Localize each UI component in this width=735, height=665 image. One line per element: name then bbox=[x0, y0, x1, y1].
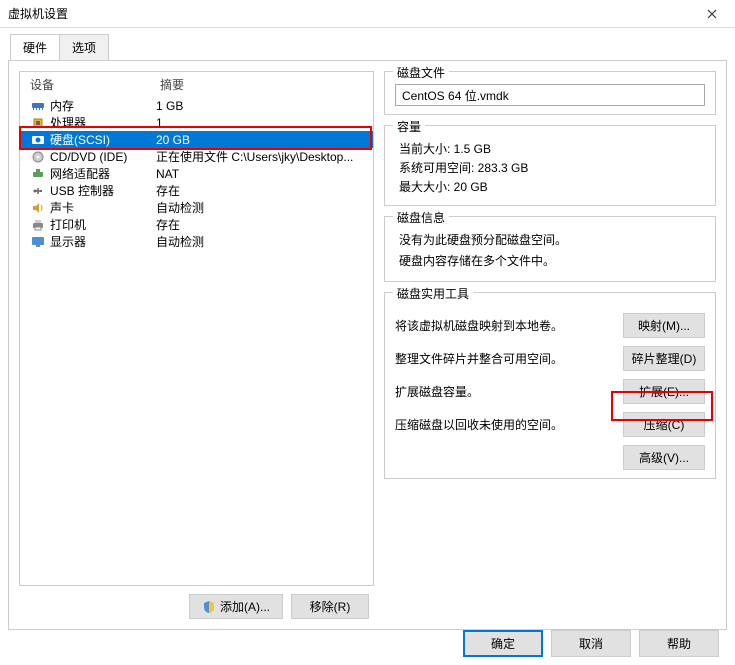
device-name: USB 控制器 bbox=[50, 182, 114, 199]
capacity-row: 系统可用空间: 283.3 GB bbox=[399, 159, 705, 176]
device-name: CD/DVD (IDE) bbox=[50, 150, 127, 164]
utilities-group: 磁盘实用工具 将该虚拟机磁盘映射到本地卷。映射(M)...整理文件碎片并整合可用… bbox=[384, 292, 716, 479]
capacity-group: 容量 当前大小: 1.5 GB系统可用空间: 283.3 GB最大大小: 20 … bbox=[384, 125, 716, 206]
shield-icon bbox=[202, 600, 216, 614]
device-name: 处理器 bbox=[50, 114, 86, 131]
device-name: 声卡 bbox=[50, 199, 74, 216]
main-panel: 设备 摘要 内存1 GB处理器1硬盘(SCSI)20 GBCD/DVD (IDE… bbox=[8, 60, 727, 630]
cpu-icon bbox=[30, 117, 46, 129]
display-icon bbox=[30, 236, 46, 248]
device-row[interactable]: 硬盘(SCSI) 20 GB bbox=[20, 131, 373, 148]
memory-icon bbox=[30, 100, 46, 112]
disk-file-input[interactable] bbox=[395, 84, 705, 106]
device-summary: 自动检测 bbox=[156, 199, 373, 216]
close-button[interactable] bbox=[697, 4, 727, 24]
disk-info-legend: 磁盘信息 bbox=[393, 209, 449, 226]
tabs: 硬件 选项 bbox=[10, 34, 735, 60]
titlebar: 虚拟机设置 bbox=[0, 0, 735, 28]
network-icon bbox=[30, 168, 46, 180]
device-row[interactable]: 网络适配器 NAT bbox=[20, 165, 373, 182]
right-pane: 磁盘文件 容量 当前大小: 1.5 GB 系统可用空间: 283.3 GB 最大大小… bbox=[384, 71, 716, 619]
left-pane: 设备 摘要 内存1 GB处理器1硬盘(SCSI)20 GBCD/DVD (IDE… bbox=[19, 71, 374, 619]
device-summary: 正在使用文件 C:\Users\jky\Desktop... bbox=[156, 148, 373, 165]
device-name: 内存 bbox=[50, 97, 74, 114]
cancel-button[interactable]: 取消 bbox=[551, 630, 631, 657]
utility-row: 将该虚拟机磁盘映射到本地卷。映射(M)... bbox=[395, 313, 705, 338]
usb-icon bbox=[30, 185, 46, 197]
device-name: 硬盘(SCSI) bbox=[50, 131, 110, 148]
sound-icon bbox=[30, 202, 46, 214]
help-button[interactable]: 帮助 bbox=[639, 630, 719, 657]
utility-button-3[interactable]: 压缩(C) bbox=[623, 412, 705, 437]
utility-row: 扩展磁盘容量。扩展(E)... bbox=[395, 379, 705, 404]
utilities-legend: 磁盘实用工具 bbox=[393, 285, 473, 302]
add-button-label: 添加(A)... bbox=[220, 598, 270, 615]
capacity-row: 最大大小: 20 GB bbox=[399, 178, 705, 195]
ok-button[interactable]: 确定 bbox=[463, 630, 543, 657]
tab-options[interactable]: 选项 bbox=[59, 34, 109, 60]
close-icon bbox=[707, 9, 717, 19]
utility-desc: 整理文件碎片并整合可用空间。 bbox=[395, 350, 623, 367]
disk-file-legend: 磁盘文件 bbox=[393, 64, 449, 81]
add-button[interactable]: 添加(A)... bbox=[189, 594, 283, 619]
utility-button-1[interactable]: 碎片整理(D) bbox=[623, 346, 705, 371]
capacity-row: 当前大小: 1.5 GB bbox=[399, 140, 705, 157]
device-summary: 1 bbox=[156, 116, 373, 130]
device-summary: 1 GB bbox=[156, 99, 373, 113]
tab-hardware[interactable]: 硬件 bbox=[10, 34, 60, 60]
device-summary: NAT bbox=[156, 167, 373, 181]
utility-desc: 将该虚拟机磁盘映射到本地卷。 bbox=[395, 317, 623, 334]
disk-icon bbox=[30, 134, 46, 146]
device-name: 网络适配器 bbox=[50, 165, 110, 182]
utility-row: 整理文件碎片并整合可用空间。碎片整理(D) bbox=[395, 346, 705, 371]
device-summary: 自动检测 bbox=[156, 233, 373, 250]
device-list[interactable]: 设备 摘要 内存1 GB处理器1硬盘(SCSI)20 GBCD/DVD (IDE… bbox=[19, 71, 374, 586]
device-row[interactable]: CD/DVD (IDE) 正在使用文件 C:\Users\jky\Desktop.… bbox=[20, 148, 373, 165]
disk-info-group: 磁盘信息 没有为此硬盘预分配磁盘空间。硬盘内容存储在多个文件中。 bbox=[384, 216, 716, 282]
window-title: 虚拟机设置 bbox=[8, 5, 68, 22]
remove-button[interactable]: 移除(R) bbox=[291, 594, 369, 619]
printer-icon bbox=[30, 219, 46, 231]
left-buttons: 添加(A)... 移除(R) bbox=[19, 594, 374, 619]
device-summary: 存在 bbox=[156, 216, 373, 233]
device-row[interactable]: 声卡 自动检测 bbox=[20, 199, 373, 216]
cd-icon bbox=[30, 151, 46, 163]
advanced-button[interactable]: 高级(V)... bbox=[623, 445, 705, 470]
footer-buttons: 确定 取消 帮助 bbox=[463, 630, 719, 657]
utility-button-0[interactable]: 映射(M)... bbox=[623, 313, 705, 338]
device-name: 显示器 bbox=[50, 233, 86, 250]
device-row[interactable]: 内存 1 GB bbox=[20, 97, 373, 114]
device-row[interactable]: USB 控制器 存在 bbox=[20, 182, 373, 199]
device-summary: 存在 bbox=[156, 182, 373, 199]
device-list-header: 设备 摘要 bbox=[20, 72, 373, 97]
header-device: 设备 bbox=[30, 76, 160, 93]
disk-info-line: 硬盘内容存储在多个文件中。 bbox=[399, 252, 705, 269]
device-row[interactable]: 打印机 存在 bbox=[20, 216, 373, 233]
utility-desc: 扩展磁盘容量。 bbox=[395, 383, 623, 400]
device-row[interactable]: 显示器 自动检测 bbox=[20, 233, 373, 250]
capacity-legend: 容量 bbox=[393, 118, 425, 135]
device-summary: 20 GB bbox=[156, 133, 373, 147]
disk-info-line: 没有为此硬盘预分配磁盘空间。 bbox=[399, 231, 705, 248]
utility-desc: 压缩磁盘以回收未使用的空间。 bbox=[395, 416, 623, 433]
utility-row: 压缩磁盘以回收未使用的空间。压缩(C) bbox=[395, 412, 705, 437]
header-summary: 摘要 bbox=[160, 76, 373, 93]
device-name: 打印机 bbox=[50, 216, 86, 233]
utility-button-2[interactable]: 扩展(E)... bbox=[623, 379, 705, 404]
device-row[interactable]: 处理器 1 bbox=[20, 114, 373, 131]
disk-file-group: 磁盘文件 bbox=[384, 71, 716, 115]
